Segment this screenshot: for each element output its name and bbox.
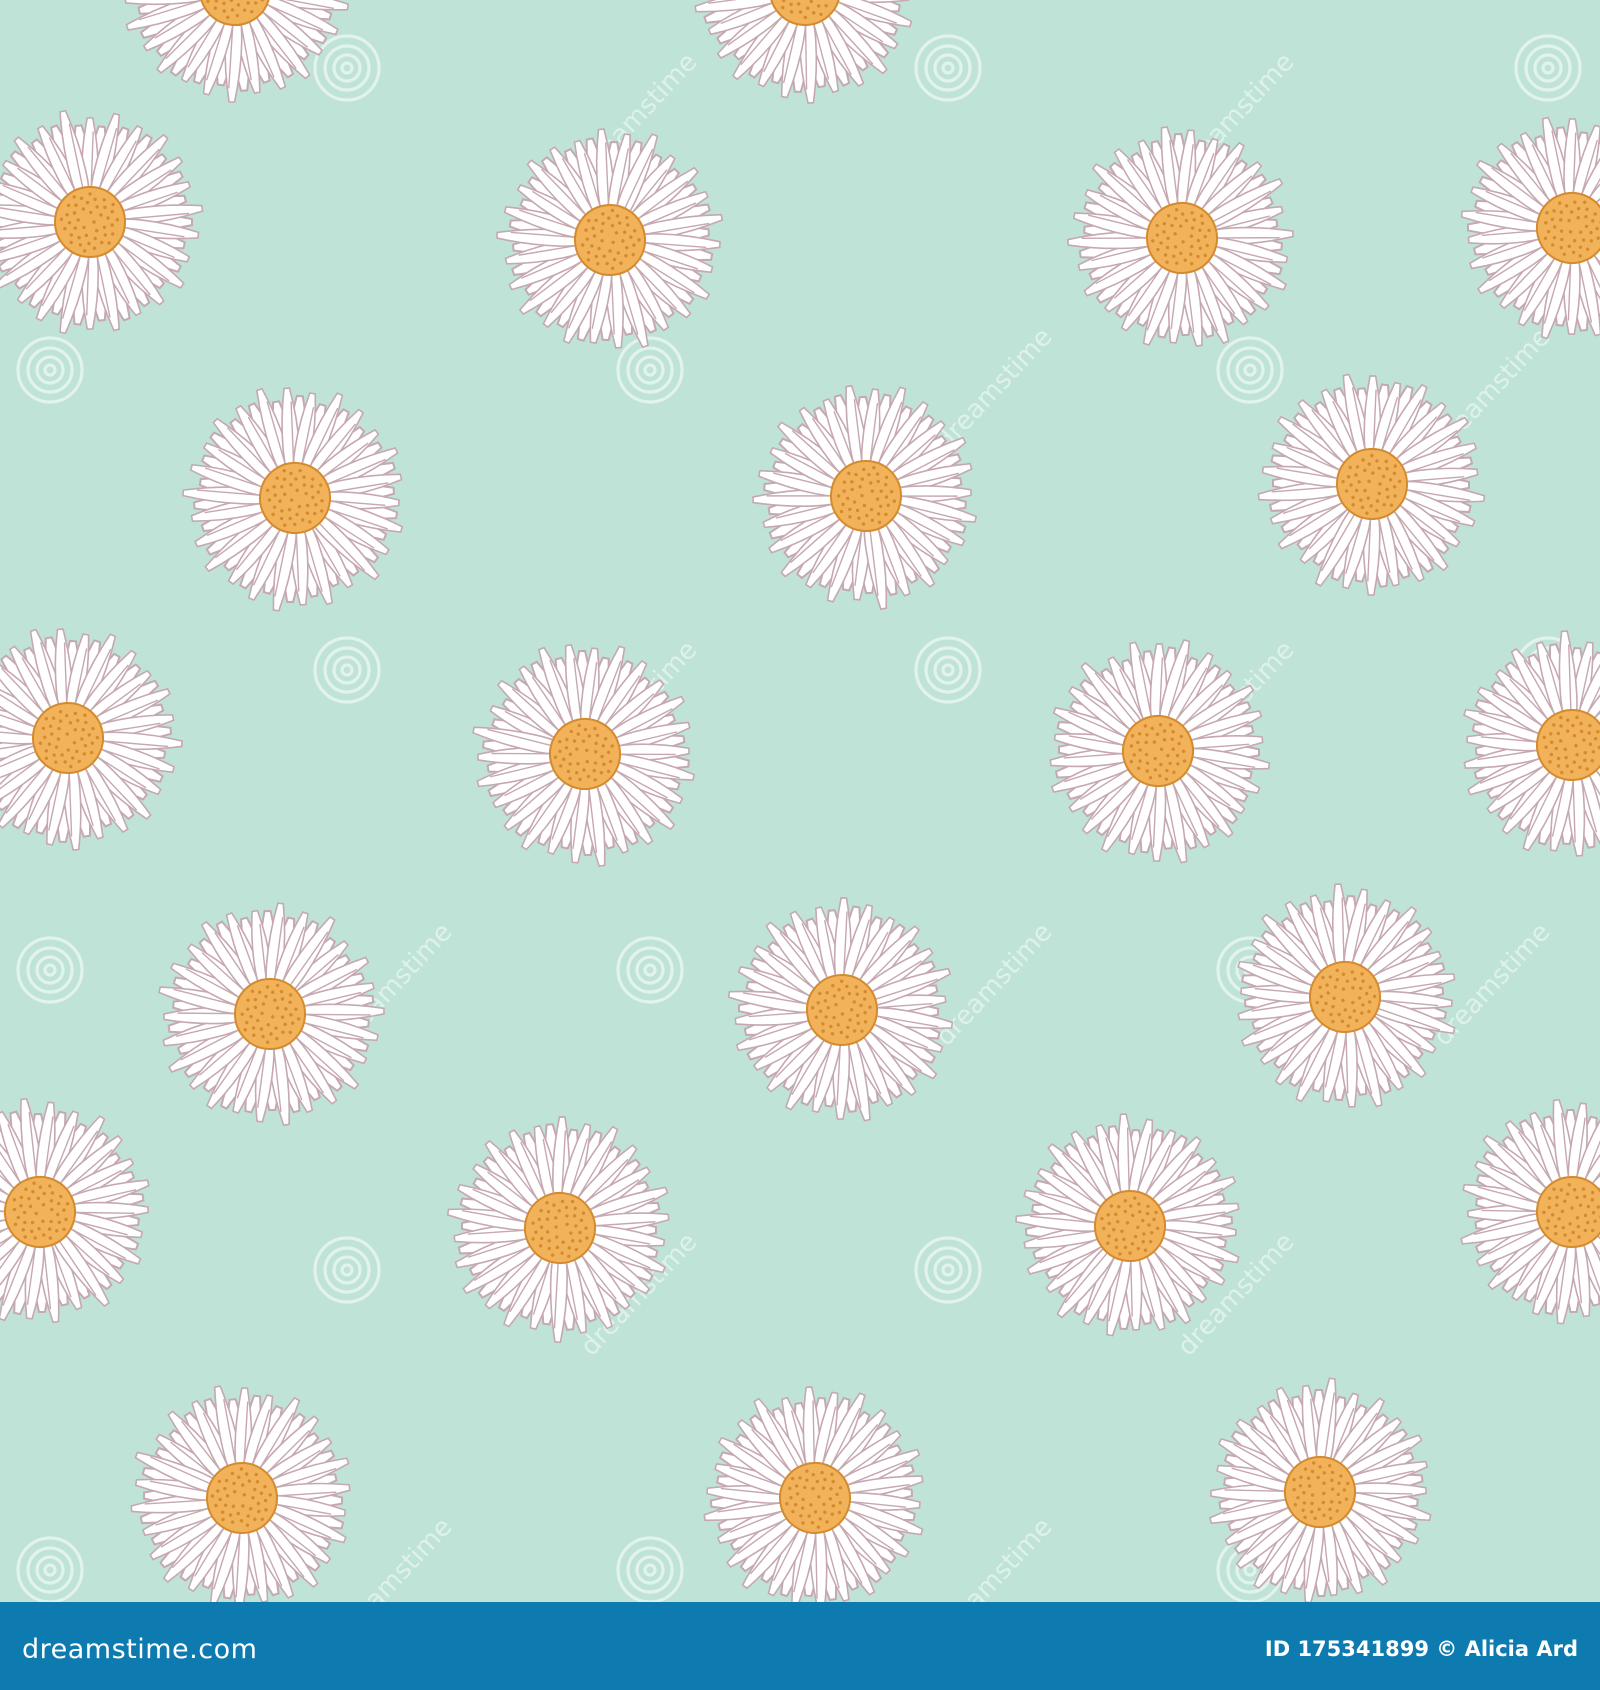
daisy-pattern-canvas: dreamstime dreamstimedreamstime dreamstime…: [0, 0, 1600, 1602]
site-logo[interactable]: dreamstime.com: [22, 1634, 257, 1665]
image-credit: ID 175341899 © Alicia Ard: [1264, 1637, 1578, 1661]
pattern-background: [0, 0, 1600, 1602]
daisy-pattern-image: dreamstime dreamstime dreamstime dreamstime…: [0, 0, 1600, 1602]
stock-footer-bar: dreamstime.com ID 175341899 © Alicia Ard: [0, 1602, 1600, 1690]
